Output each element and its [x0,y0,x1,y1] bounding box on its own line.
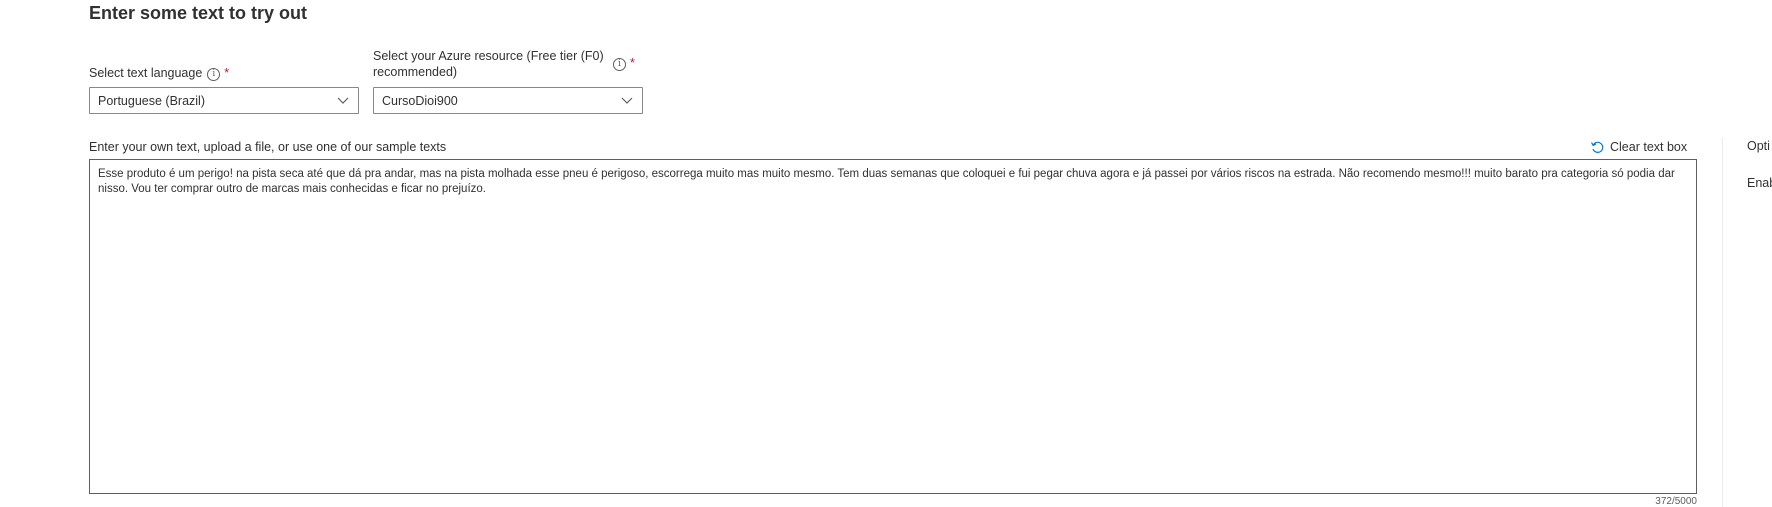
enable-option-label: Enab [1747,176,1772,190]
clear-text-label: Clear text box [1610,140,1688,154]
language-dropdown-value: Portuguese (Brazil) [98,94,205,108]
language-dropdown[interactable]: Portuguese (Brazil) [89,87,359,114]
resource-label-row: Select your Azure resource (Free tier (F… [373,48,604,80]
undo-icon [1590,141,1604,153]
resource-dropdown[interactable]: CursoDioi900 [373,87,643,114]
required-mark: * [224,66,230,80]
character-count: 372/5000 [1655,496,1697,507]
panel-divider [1722,138,1723,507]
language-label: Select text language [89,66,203,80]
language-label-row: Select text language i * [89,65,229,81]
resource-label: Select your Azure resource (Free tier (F… [373,49,604,63]
resource-dropdown-value: CursoDioi900 [382,94,458,108]
resource-label-icons: i * [613,55,635,71]
info-icon[interactable]: i [613,58,626,71]
text-input-area[interactable]: Esse produto é um perigo! na pista seca … [89,159,1697,494]
resource-label-cont: recommended) [373,65,458,79]
clear-text-button[interactable]: Clear text box [1590,138,1687,156]
options-heading: Opti [1747,139,1770,153]
text-input-label: Enter your own text, upload a file, or u… [89,140,447,154]
info-icon[interactable]: i [207,68,221,81]
required-mark: * [630,56,635,70]
page-title: Enter some text to try out [89,3,308,23]
chevron-down-icon [621,97,633,104]
chevron-down-icon [337,97,349,104]
